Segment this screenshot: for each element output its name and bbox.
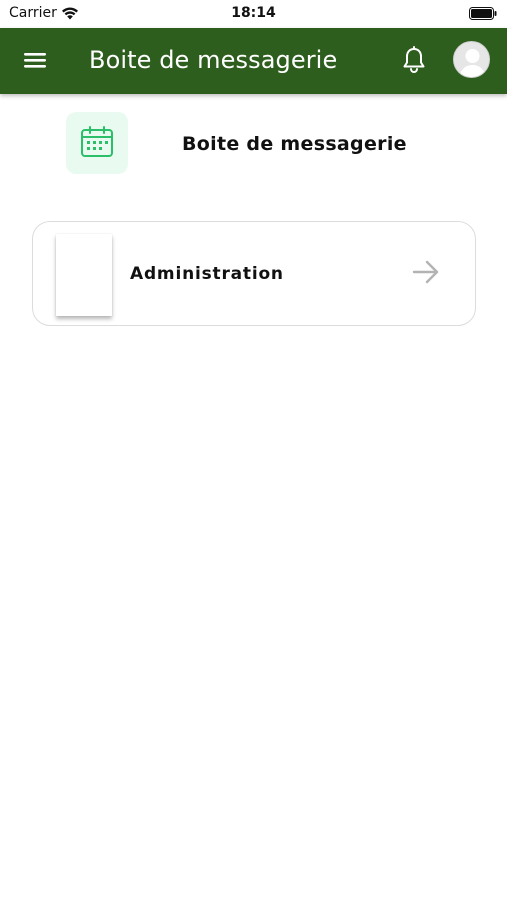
user-avatar-icon[interactable] — [453, 41, 490, 78]
item-thumbnail — [56, 234, 112, 316]
battery-icon — [469, 7, 497, 20]
bell-icon[interactable] — [400, 45, 428, 75]
list-item-label: Administration — [130, 264, 284, 284]
avatar-silhouette-icon — [459, 49, 486, 77]
calendar-tile — [66, 112, 128, 174]
calendar-icon — [81, 126, 113, 157]
arrow-right-icon[interactable] — [411, 258, 441, 286]
page-title: Boite de messagerie — [182, 133, 407, 155]
status-time: 18:14 — [231, 5, 276, 21]
app-bar-title: Boite de messagerie — [89, 46, 338, 74]
page-header: Boite de messagerie — [0, 94, 507, 204]
list-item-administration[interactable]: Administration — [32, 221, 476, 326]
status-bar: Carrier 18:14 — [0, 0, 507, 28]
hamburger-menu-icon[interactable] — [23, 50, 47, 70]
app-bar: Boite de messagerie — [0, 28, 507, 94]
